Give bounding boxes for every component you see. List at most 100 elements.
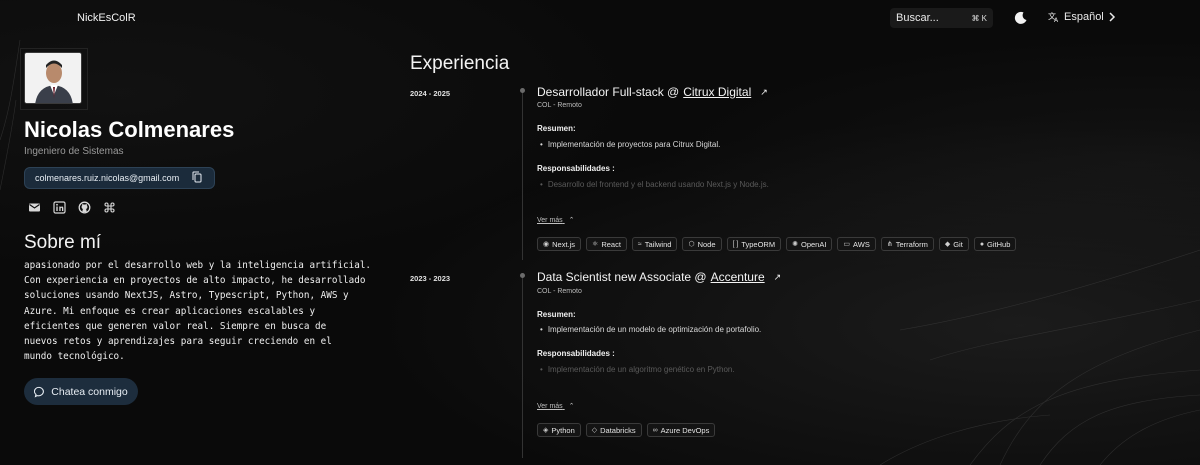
- chat-button[interactable]: Chatea conmigo: [24, 378, 138, 405]
- show-more-label: Ver más: [537, 217, 563, 224]
- timeline-dot: [520, 88, 525, 93]
- about-line: nuevos retos y aprendizajes para seguir …: [24, 336, 332, 348]
- timeline-dot: [520, 273, 525, 278]
- about-line: Azure. Mi enfoque es crear aplicaciones …: [24, 305, 316, 317]
- git-icon: ◆: [944, 241, 951, 248]
- about-text: apasionado por el desarrollo web y la in…: [24, 258, 394, 364]
- about-line: Con experiencia en proyectos de alto imp…: [24, 275, 366, 287]
- mail-icon[interactable]: [28, 201, 41, 214]
- background-strands: [0, 39, 1200, 465]
- tag-openai: ✺ OpenAI: [786, 237, 833, 251]
- python-icon: ◈: [543, 427, 549, 434]
- aws-icon: ▭: [843, 241, 851, 248]
- summary-label: Resumen:: [537, 310, 576, 319]
- translate-icon: 文 A: [1048, 11, 1059, 23]
- brand-logo[interactable]: NickEsColR: [77, 12, 136, 24]
- tag-label: Python: [551, 425, 575, 435]
- tag-label: React: [601, 239, 621, 249]
- copy-icon[interactable]: [192, 171, 202, 185]
- theme-toggle-button[interactable]: [1013, 10, 1029, 26]
- profile-photo: [25, 53, 81, 103]
- job-role: Data Scientist new Associate @: [537, 270, 707, 284]
- responsibilities-label: Responsabilidades :: [537, 349, 615, 358]
- tag-git: ◆ Git: [938, 237, 969, 251]
- responsibility-item: Desarrollo del frontend y el backend usa…: [540, 180, 769, 189]
- search-button[interactable]: Buscar... ⌘ K: [890, 8, 993, 28]
- tech-tags: ◉ Next.js ⚛ React ≈ Tailwind ⬡ Node [ ] TypeO…: [537, 237, 1017, 251]
- profile-name: Nicolas Colmenares: [24, 117, 235, 142]
- external-link-icon[interactable]: ↗: [760, 87, 768, 98]
- about-line: soluciones usando NextJS, Astro, Typescr…: [24, 290, 349, 302]
- search-label: Buscar...: [896, 12, 939, 24]
- tag-aws: ▭ AWS: [837, 237, 876, 251]
- databricks-icon: ◇: [591, 427, 598, 434]
- show-more-link[interactable]: Ver más ⌃: [537, 216, 575, 224]
- tag-label: Node: [697, 239, 716, 249]
- tag-label: Tailwind: [644, 239, 672, 249]
- tag-label: Git: [953, 239, 963, 249]
- job-title: Data Scientist new Associate @ Accenture…: [537, 270, 781, 284]
- tag-github: ● GitHub: [973, 237, 1017, 251]
- avatar: [24, 52, 82, 104]
- job-title: Desarrollador Full-stack @ Citrux Digita…: [537, 85, 768, 99]
- terraform-icon: ⋔: [886, 241, 893, 248]
- external-link-icon[interactable]: ↗: [774, 272, 782, 283]
- chat-bubble-icon: [34, 386, 45, 398]
- typeorm-icon: [ ]: [732, 240, 739, 248]
- about-line: eficientes que generen valor real. Siemp…: [24, 320, 327, 332]
- tag-azure-devops: ∞ Azure DevOps: [646, 423, 716, 437]
- timeline-line: [522, 90, 523, 260]
- command-icon[interactable]: [103, 201, 116, 214]
- tag-tailwind: ≈ Tailwind: [631, 237, 678, 251]
- job-dates: 2023 - 2023: [410, 274, 451, 283]
- job-location: COL - Remoto: [537, 102, 582, 109]
- linkedin-icon[interactable]: [53, 201, 66, 214]
- tech-tags: ◈ Python ◇ Databricks ∞ Azure DevOps: [537, 423, 716, 437]
- tag-node: ⬡ Node: [682, 237, 722, 251]
- tag-terraform: ⋔ Terraform: [880, 237, 934, 251]
- timeline-line: [522, 274, 523, 458]
- top-navbar: NickEsColR Buscar... ⌘ K 文 A Español: [0, 0, 1200, 36]
- chevron-right-icon: [1109, 12, 1115, 22]
- social-links: [28, 201, 116, 214]
- github-icon[interactable]: [78, 201, 91, 214]
- tag-label: AWS: [853, 239, 870, 249]
- chevron-up-icon: ⌃: [568, 217, 575, 224]
- email-text: colmenares.ruiz.nicolas@gmail.com: [35, 173, 180, 183]
- tag-nextjs: ◉ Next.js: [537, 237, 582, 251]
- about-line: mundo tecnológico.: [24, 351, 125, 363]
- summary-item: Implementación de un modelo de optimizac…: [540, 325, 761, 334]
- about-line: apasionado por el desarrollo web y la in…: [24, 260, 372, 271]
- company-link[interactable]: Citrux Digital: [683, 85, 751, 99]
- react-icon: ⚛: [592, 241, 599, 248]
- show-more-label: Ver más: [537, 403, 563, 410]
- tag-label: Azure DevOps: [660, 425, 710, 435]
- chat-button-label: Chatea conmigo: [51, 385, 128, 398]
- github-icon: ●: [979, 240, 985, 248]
- tag-python: ◈ Python: [537, 423, 581, 437]
- tag-label: OpenAI: [800, 239, 827, 249]
- openai-icon: ✺: [792, 241, 798, 248]
- nextjs-icon: ◉: [543, 241, 550, 248]
- tag-label: Next.js: [552, 239, 576, 249]
- responsibility-item: Implementación de un algoritmo genético …: [540, 365, 735, 374]
- language-selector[interactable]: 文 A Español: [1048, 11, 1116, 23]
- email-badge[interactable]: colmenares.ruiz.nicolas@gmail.com: [24, 167, 215, 189]
- chevron-up-icon: ⌃: [568, 403, 575, 410]
- tag-label: GitHub: [987, 239, 1011, 249]
- tag-label: Terraform: [895, 239, 928, 249]
- moon-icon: [1014, 11, 1027, 24]
- job-location: COL - Remoto: [537, 288, 582, 295]
- experience-heading: Experiencia: [410, 53, 510, 74]
- language-label: Español: [1064, 11, 1104, 23]
- show-more-link[interactable]: Ver más ⌃: [537, 402, 575, 410]
- tag-react: ⚛ React: [586, 237, 627, 251]
- tailwind-icon: ≈: [637, 240, 642, 248]
- company-link[interactable]: Accenture: [711, 270, 765, 284]
- job-dates: 2024 - 2025: [410, 89, 451, 98]
- about-heading: Sobre mí: [24, 232, 102, 253]
- profile-role: Ingeniero de Sistemas: [24, 146, 124, 157]
- tag-label: Databricks: [600, 425, 636, 435]
- tag-databricks: ◇ Databricks: [585, 423, 642, 437]
- tag-typeorm: [ ] TypeORM: [726, 237, 782, 251]
